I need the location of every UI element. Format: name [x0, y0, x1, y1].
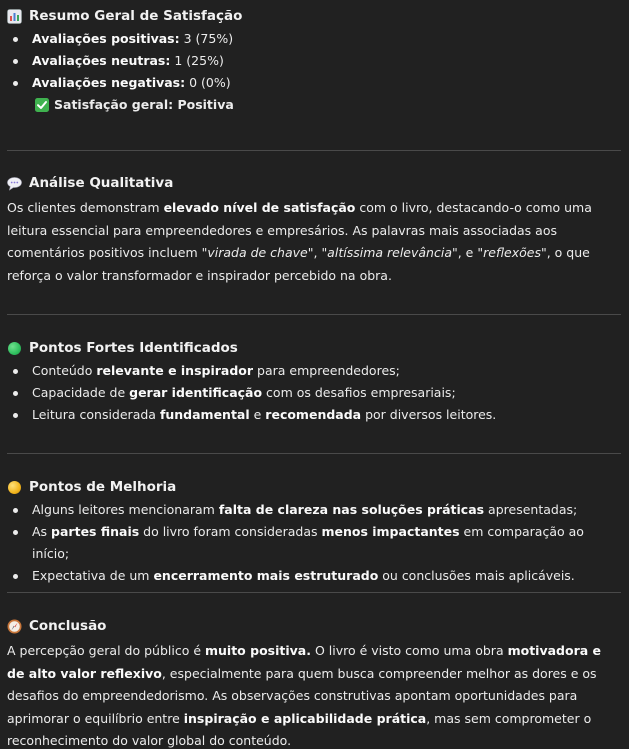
improvements-title: Pontos de Melhoria — [29, 479, 177, 495]
overall-satisfaction: Satisfação geral: Positiva — [34, 94, 619, 116]
improvements-heading: Pontos de Melhoria — [7, 479, 619, 495]
item-value: 1 (25%) — [174, 53, 224, 68]
quote-run: "altíssima relevância" — [321, 245, 458, 260]
compass-icon — [7, 619, 22, 634]
qualitative-section: Análise Qualitativa Os clientes demonstr… — [7, 151, 619, 314]
item-label: Avaliações positivas: — [32, 31, 180, 46]
bar-chart-icon — [7, 8, 22, 24]
strengths-heading: Pontos Fortes Identificados — [7, 340, 619, 356]
item-value: 3 (75%) — [183, 31, 234, 46]
list-item: Leitura considerada fundamental e recome… — [13, 404, 619, 426]
text-run: A percepção geral do público é — [7, 643, 205, 658]
list-item: Conteúdo relevante e inspirador para emp… — [13, 360, 619, 382]
overall-text: Satisfação geral: Positiva — [54, 97, 234, 112]
bold-run: muito positiva. — [205, 643, 311, 658]
qualitative-title: Análise Qualitativa — [29, 175, 174, 191]
item-value: 0 (0%) — [189, 75, 231, 90]
quote-run: "virada de chave" — [201, 245, 314, 260]
summary-section: Resumo Geral de Satisfação Avaliações po… — [7, 8, 619, 150]
list-item: As partes finais do livro foram consider… — [13, 521, 619, 565]
bold-run: inspiração e aplicabilidade prática — [183, 710, 427, 726]
list-item: Avaliações positivas: 3 (75%) — [13, 28, 619, 50]
strengths-title: Pontos Fortes Identificados — [29, 340, 238, 356]
item-label: Avaliações negativas: — [32, 75, 186, 90]
strengths-section: Pontos Fortes Identificados Conteúdo rel… — [7, 315, 619, 453]
conclusion-title: Conclusão — [29, 618, 107, 634]
list-item: Capacidade de gerar identificação com os… — [13, 382, 619, 404]
strengths-list: Conteúdo relevante e inspirador para emp… — [7, 360, 619, 426]
response-content: Resumo Geral de Satisfação Avaliações po… — [0, 0, 629, 749]
improvements-section: Pontos de Melhoria Alguns leitores menci… — [7, 454, 619, 592]
summary-heading: Resumo Geral de Satisfação — [7, 8, 619, 24]
list-item: Expectativa de um encerramento mais estr… — [13, 565, 619, 587]
list-item: Alguns leitores mencionaram falta de cla… — [13, 499, 619, 521]
item-label: Avaliações neutras: — [32, 53, 171, 68]
conclusion-heading: Conclusão — [7, 618, 619, 634]
text-run: O livro é visto como uma obra — [310, 643, 508, 658]
conclusion-section: Conclusão A percepção geral do público é… — [7, 593, 619, 749]
summary-title: Resumo Geral de Satisfação — [29, 8, 243, 24]
bold-run: elevado nível de satisfação — [163, 200, 356, 215]
green-circle-icon — [7, 341, 22, 356]
text-run: Os clientes demonstram — [7, 200, 164, 215]
list-item: Avaliações neutras: 1 (25%) — [13, 50, 619, 72]
summary-list: Avaliações positivas: 3 (75%) Avaliações… — [7, 28, 619, 94]
yellow-circle-icon — [7, 480, 22, 495]
conclusion-paragraph: A percepção geral do público é muito pos… — [7, 640, 619, 749]
quote-run: "reflexões" — [477, 245, 547, 260]
text-run: , e — [457, 245, 478, 260]
check-mark-icon — [34, 98, 49, 113]
qualitative-heading: Análise Qualitativa — [7, 175, 619, 191]
improvements-list: Alguns leitores mencionaram falta de cla… — [7, 499, 619, 587]
qualitative-paragraph: Os clientes demonstram elevado nível de … — [7, 197, 619, 287]
list-item: Avaliações negativas: 0 (0%) — [13, 72, 619, 94]
speech-bubble-icon — [7, 176, 22, 191]
